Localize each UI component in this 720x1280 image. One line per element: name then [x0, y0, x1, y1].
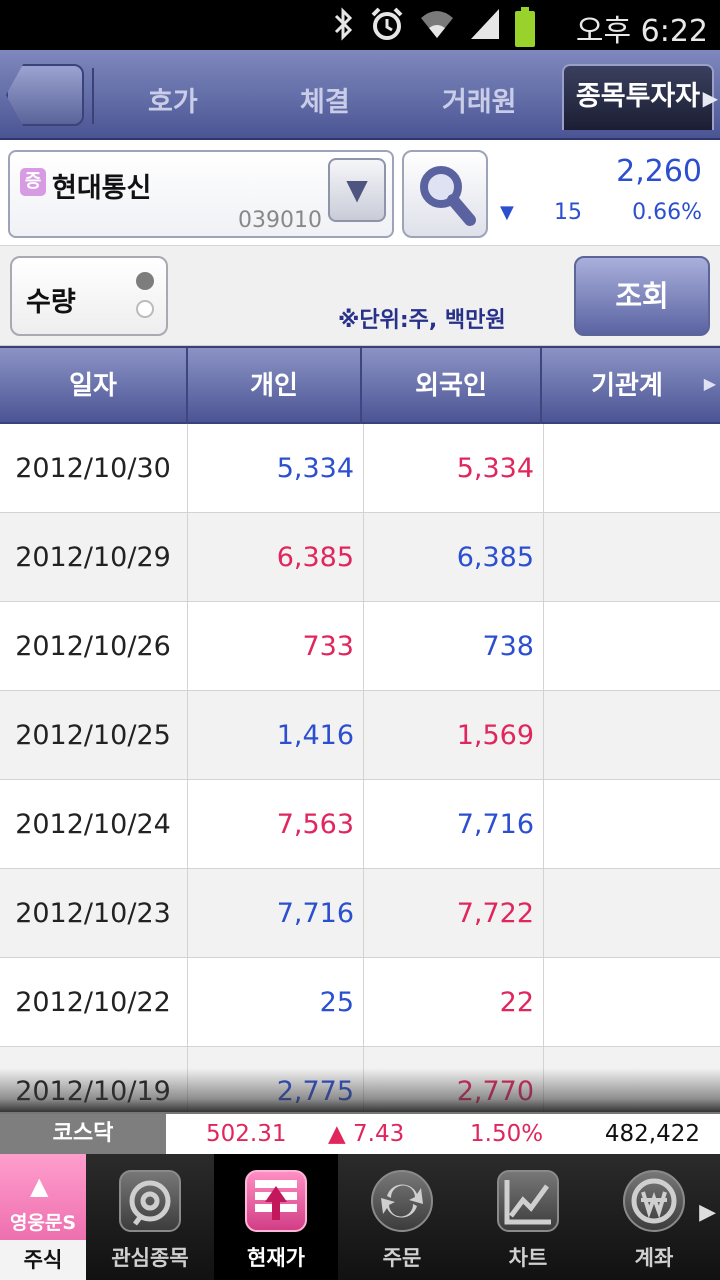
table-row[interactable]: 2012/10/22 25 22 [0, 958, 720, 1047]
table-row[interactable]: 2012/10/29 6,385 6,385 [0, 513, 720, 602]
quantity-amount-toggle[interactable]: 수량 [10, 256, 168, 336]
cell-individual: 25 [319, 987, 354, 1018]
back-button[interactable] [6, 64, 84, 126]
scroll-right-icon[interactable]: ▶ [704, 374, 716, 393]
radio-selected-icon [136, 272, 154, 290]
nav-current-price[interactable]: 현재가 [214, 1154, 338, 1280]
col-header-individual: 개인 [250, 371, 298, 401]
unit-note: ※단위:주, 백만원 [338, 308, 506, 333]
chevron-right-icon[interactable]: ▶ [699, 1200, 716, 1225]
ticker-change: ▲ 7.43 [328, 1121, 405, 1147]
cell-foreign: 7,722 [456, 898, 534, 929]
cell-date: 2012/10/25 [15, 720, 171, 751]
price-change-percent: 0.66% [632, 200, 702, 225]
price-change: 15 [554, 200, 582, 225]
table-row[interactable]: 2012/10/24 7,563 7,716 [0, 780, 720, 869]
cell-foreign: 22 [499, 987, 534, 1018]
cell-date: 2012/10/26 [15, 631, 171, 662]
app-name: 영웅문S [9, 1212, 77, 1234]
cell-individual: 733 [302, 631, 354, 662]
table-row[interactable]: 2012/10/23 7,716 7,722 [0, 869, 720, 958]
cell-date: 2012/10/29 [15, 542, 171, 573]
search-icon [420, 166, 476, 226]
market-badge: 증 [20, 168, 46, 196]
stock-name: 현대통신 [52, 173, 152, 204]
search-button[interactable] [402, 150, 488, 238]
nav-account[interactable]: 계좌 [592, 1154, 716, 1280]
cell-date: 2012/10/30 [15, 453, 171, 484]
col-header-foreign: 외국인 [415, 371, 487, 401]
chevron-right-icon[interactable]: ▶ [703, 86, 718, 110]
cell-foreign: 6,385 [456, 542, 534, 573]
tab-bar: 호가 체결 거래원 종목투자자 ▶ [0, 50, 720, 140]
tab-brokers[interactable]: 거래원 [442, 80, 517, 119]
options-row: 수량 ※단위:주, 백만원 조회 [0, 246, 720, 346]
nav-label: 계좌 [634, 1246, 674, 1270]
col-header-date: 일자 [69, 371, 117, 401]
ticker-market-name: 코스닥 [0, 1114, 166, 1154]
cell-individual: 1,416 [276, 720, 354, 751]
wifi-icon [419, 8, 455, 50]
cell-date: 2012/10/24 [15, 809, 171, 840]
query-button[interactable]: 조회 [574, 256, 710, 336]
order-icon [371, 1170, 433, 1232]
table-header: 일자 개인 외국인 기관계 ▶ [0, 346, 720, 424]
signal-icon [469, 7, 501, 51]
cell-foreign: 1,569 [456, 720, 534, 751]
investor-table[interactable]: 2012/10/30 5,334 5,334 2012/10/29 6,385 … [0, 424, 720, 1112]
cell-individual: 7,716 [276, 898, 354, 929]
nav-chart[interactable]: 차트 [466, 1154, 590, 1280]
nav-stock-menu[interactable]: ▲ 영웅문S 주식 [0, 1154, 86, 1280]
ticker-volume: 482,422 [604, 1121, 700, 1147]
bluetooth-icon [333, 7, 355, 51]
toggle-label: 수량 [26, 287, 76, 318]
nav-watchlist[interactable]: 관심종목 [88, 1154, 212, 1280]
triangle-up-icon: ▲ [30, 1172, 49, 1200]
current-price: 2,260 [616, 154, 702, 189]
cell-date: 2012/10/23 [15, 898, 171, 929]
nav-label: 현재가 [247, 1246, 305, 1270]
cell-foreign: 5,334 [456, 453, 534, 484]
status-bar: 오후 6:22 [0, 0, 720, 50]
stock-dropdown-button[interactable]: ▼ [328, 158, 386, 222]
cell-foreign: 738 [482, 631, 534, 662]
table-row[interactable]: 2012/10/30 5,334 5,334 [0, 424, 720, 513]
down-arrow-icon: ▼ [500, 202, 514, 223]
table-row[interactable]: 2012/10/25 1,416 1,569 [0, 691, 720, 780]
stock-code: 039010 [238, 208, 322, 233]
clock: 오후 6:22 [575, 14, 708, 49]
cell-individual: 5,334 [276, 453, 354, 484]
battery-icon [515, 7, 535, 47]
cell-date: 2012/10/22 [15, 987, 171, 1018]
col-header-institution: 기관계 [591, 371, 663, 401]
tab-quote[interactable]: 호가 [148, 80, 198, 119]
nav-label: 관심종목 [111, 1246, 189, 1270]
cell-foreign: 7,716 [456, 809, 534, 840]
nav-label: 차트 [508, 1246, 548, 1270]
chart-icon [497, 1170, 559, 1232]
tab-investors[interactable]: 종목투자자 [562, 64, 714, 130]
account-icon [623, 1170, 685, 1232]
nav-order[interactable]: 주문 [340, 1154, 464, 1280]
stock-selector-row: 증 현대통신 039010 ▼ 2,260 ▼ 15 0.66% [0, 140, 720, 246]
alarm-icon [369, 6, 405, 52]
current-price-icon [245, 1170, 307, 1232]
watchlist-icon [119, 1170, 181, 1232]
cell-individual: 7,563 [276, 809, 354, 840]
nav-label: 주식 [0, 1240, 86, 1280]
ticker-index-value: 502.31 [206, 1121, 287, 1147]
table-row[interactable]: 2012/10/26 733 738 [0, 602, 720, 691]
nav-label: 주문 [382, 1246, 422, 1270]
tab-trades[interactable]: 체결 [300, 80, 350, 119]
scroll-shadow [0, 1068, 720, 1112]
bottom-navigation: ▲ 영웅문S 주식 관심종목 현재가 주문 차트 계좌 ▶ [0, 1154, 720, 1280]
cell-individual: 6,385 [276, 542, 354, 573]
ticker-change-percent: 1.50% [470, 1121, 544, 1147]
radio-unselected-icon [136, 300, 154, 318]
caret-down-icon: ▼ [346, 173, 368, 206]
market-ticker[interactable]: 코스닥 502.31 ▲ 7.43 1.50% 482,422 [0, 1112, 720, 1154]
